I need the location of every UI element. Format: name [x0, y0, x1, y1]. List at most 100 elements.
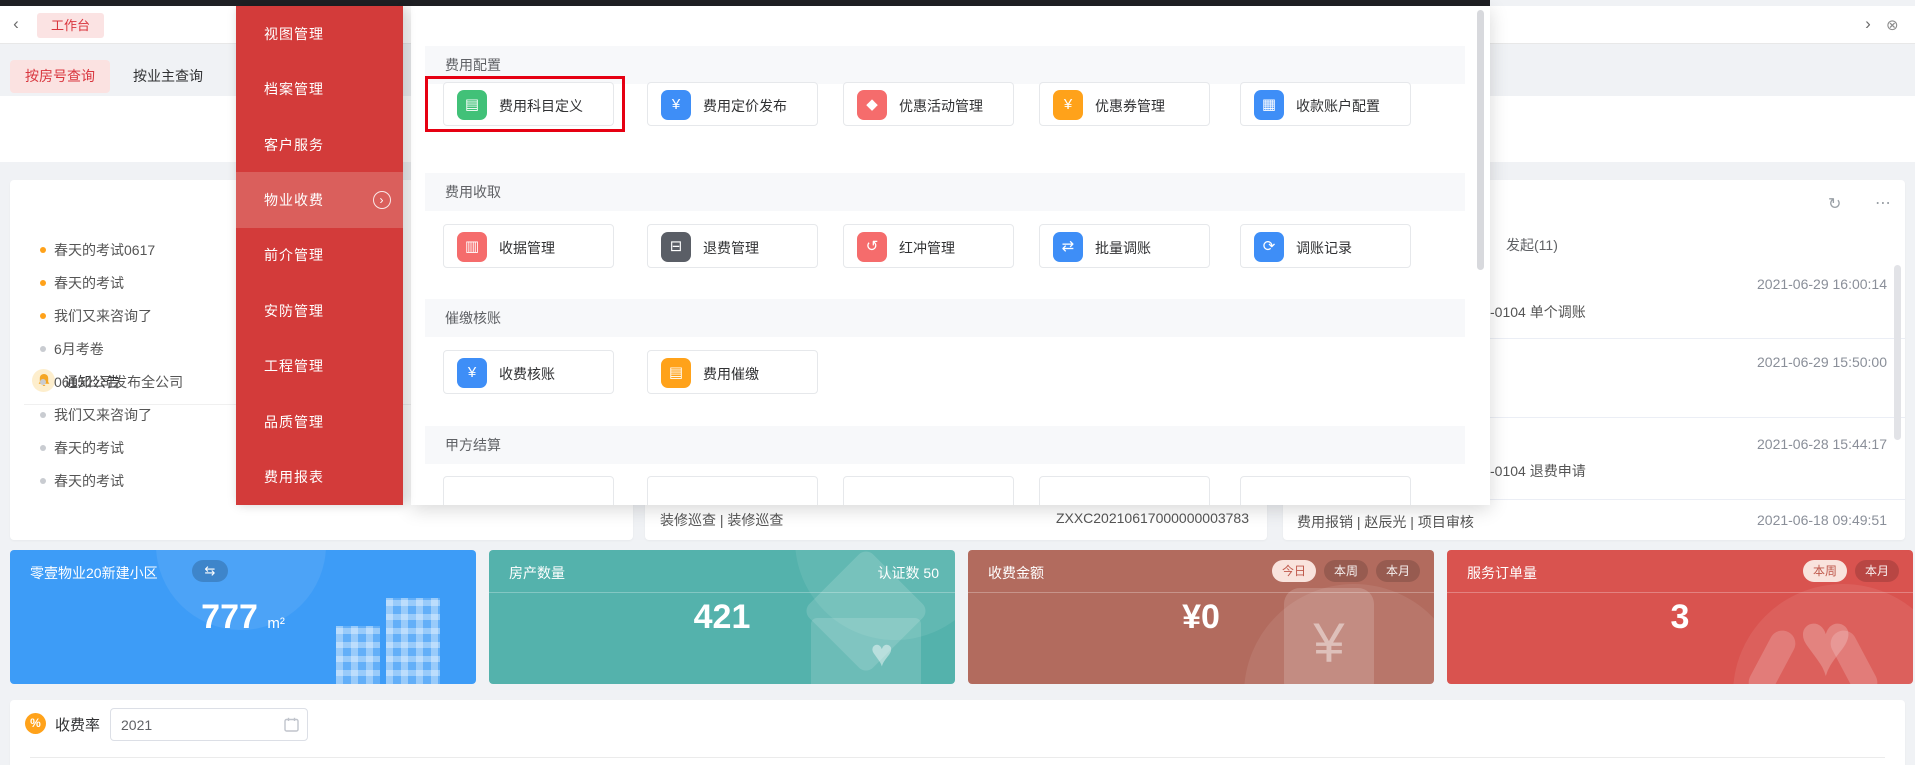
- stat-card-service-orders[interactable]: ♥ 服务订单量 本周 本月 3: [1447, 550, 1913, 684]
- menu-tile-clipped[interactable]: [1240, 476, 1411, 505]
- menu-tile-fee-urge[interactable]: ▤ 费用催缴: [647, 350, 818, 394]
- auth-count-badge: 认证数 50: [877, 565, 939, 581]
- patrol-entry-code: ZXXC20210617000000003783: [1055, 510, 1249, 526]
- stat-card-property-count[interactable]: ♥ 房产数量 认证数 50 421: [489, 550, 955, 684]
- todo-entry-time: 2021-06-18 09:49:51: [1757, 512, 1887, 528]
- adjust-record-icon: ⟳: [1254, 232, 1284, 262]
- notice-item-text: 我们又来咨询了: [54, 308, 152, 324]
- divider: [30, 757, 1885, 758]
- sidebar-item-view-mgmt[interactable]: 视图管理: [236, 6, 403, 61]
- tile-label: 优惠券管理: [1095, 98, 1165, 114]
- tab-query-by-room[interactable]: 按房号查询: [10, 60, 110, 93]
- tile-label: 费用科目定义: [499, 98, 583, 114]
- menu-tile-coupon-mgmt[interactable]: ¥ 优惠券管理: [1039, 82, 1210, 126]
- badge-this-week[interactable]: 本周: [1802, 560, 1847, 582]
- section-fee-collect: 费用收取: [425, 173, 1465, 211]
- section-urge-audit: 催缴核账: [425, 299, 1465, 337]
- period-badges: 本周 本月: [1802, 560, 1899, 582]
- year-input[interactable]: [111, 709, 271, 740]
- app-screen: ‹ 工作台 › ⊗ 按房号查询 按业主查询 项目名称 查询 通知公告 春天的考试…: [0, 0, 1915, 765]
- bullet-icon: [40, 412, 46, 418]
- promo-tag-icon: ◆: [857, 90, 887, 120]
- receipt-icon: ▥: [457, 232, 487, 262]
- refresh-icon[interactable]: ↻: [1828, 194, 1841, 214]
- tile-label: 收费核账: [499, 366, 555, 382]
- bullet-icon: [40, 247, 46, 253]
- menu-tile-fee-subject-define[interactable]: ▤ 费用科目定义: [443, 82, 614, 126]
- badge-this-month[interactable]: 本月: [1375, 560, 1420, 582]
- fee-urge-icon: ▤: [661, 358, 691, 388]
- tab-query-by-owner[interactable]: 按业主查询: [118, 60, 218, 93]
- stat-card-project-area[interactable]: 零壹物业20新建小区 ⇆ 777 m²: [10, 550, 476, 684]
- todo-entry-desc[interactable]: 费用报销 | 赵辰光 | 项目审核: [1297, 512, 1474, 532]
- menu-tile-refund-mgmt[interactable]: ⊟ 退费管理: [647, 224, 818, 268]
- todo-entry-desc[interactable]: -0104 退费申请: [1490, 461, 1586, 481]
- sidebar-item-property-charge[interactable]: 物业收费 ›: [236, 172, 403, 228]
- menu-tile-receipt-mgmt[interactable]: ▥ 收据管理: [443, 224, 614, 268]
- heart-icon: ♥: [870, 633, 893, 675]
- stat-title: 收费金额: [988, 565, 1044, 581]
- menu-tile-clipped[interactable]: [443, 476, 614, 505]
- tab-initiated[interactable]: 发起(11): [1506, 235, 1558, 255]
- badge-today[interactable]: 今日: [1271, 560, 1316, 582]
- stat-title: 零壹物业20新建小区: [30, 565, 158, 581]
- menu-tile-clipped[interactable]: [843, 476, 1014, 505]
- stat-value: 3: [1670, 598, 1690, 636]
- main-nav-sidebar: 视图管理 档案管理 客户服务 物业收费 › 前介管理 安防管理 工程管理 品质管理…: [236, 6, 403, 505]
- charge-audit-icon: ¥: [457, 358, 487, 388]
- todo-entry-time: 2021-06-28 15:44:17: [1757, 436, 1887, 452]
- tabs-scroll-left-icon[interactable]: ‹: [6, 14, 26, 34]
- tile-label: 批量调账: [1095, 240, 1151, 256]
- refund-icon: ⊟: [661, 232, 691, 262]
- batch-adjust-icon: ⇄: [1053, 232, 1083, 262]
- rate-label: 收费率: [55, 717, 101, 734]
- notice-item-text: 春天的考试0617: [54, 242, 156, 258]
- stat-value: ¥0: [1182, 598, 1220, 636]
- year-picker[interactable]: [110, 708, 308, 741]
- tab-workbench[interactable]: 工作台: [37, 13, 105, 38]
- todo-entry-desc[interactable]: -0104 单个调账: [1490, 302, 1586, 322]
- badge-this-month[interactable]: 本月: [1854, 560, 1899, 582]
- menu-tile-receiving-account[interactable]: ▦ 收款账户配置: [1240, 82, 1411, 126]
- bullet-icon: [40, 346, 46, 352]
- menu-tile-adjust-record[interactable]: ⟳ 调账记录: [1240, 224, 1411, 268]
- sidebar-item-archive-mgmt[interactable]: 档案管理: [236, 61, 403, 116]
- scrollbar-thumb[interactable]: [1894, 265, 1901, 440]
- menu-tile-clipped[interactable]: [647, 476, 818, 505]
- notice-item-text: 0615公司发布全公司: [54, 374, 184, 390]
- calendar-icon: [284, 717, 299, 737]
- bullet-icon: [40, 445, 46, 451]
- menu-tile-clipped[interactable]: [1039, 476, 1210, 505]
- todo-entry-time: 2021-06-29 15:50:00: [1757, 354, 1887, 370]
- charge-rate-card: % 收费率: [10, 700, 1905, 765]
- period-badges: 今日 本周 本月: [1271, 560, 1420, 582]
- sidebar-item-project-mgmt[interactable]: 工程管理: [236, 339, 403, 394]
- sidebar-item-fee-report[interactable]: 费用报表: [236, 450, 403, 505]
- close-circle-icon[interactable]: ⊗: [1886, 16, 1899, 34]
- fee-pricing-icon: ¥: [661, 90, 691, 120]
- menu-tile-promo-activity[interactable]: ◆ 优惠活动管理: [843, 82, 1014, 126]
- tile-label: 优惠活动管理: [899, 98, 983, 114]
- sidebar-item-label: 物业收费: [264, 192, 324, 209]
- more-icon[interactable]: ⋯: [1875, 193, 1892, 213]
- sidebar-item-presale-mgmt[interactable]: 前介管理: [236, 228, 403, 283]
- switch-project-icon[interactable]: ⇆: [192, 560, 228, 582]
- stat-card-charge-amount[interactable]: ¥ 收费金额 今日 本周 本月 ¥0: [968, 550, 1434, 684]
- sidebar-item-security-mgmt[interactable]: 安防管理: [236, 283, 403, 338]
- section-party-a-settle: 甲方结算: [425, 426, 1465, 464]
- sidebar-item-quality-mgmt[interactable]: 品质管理: [236, 394, 403, 449]
- menu-tile-batch-adjust[interactable]: ⇄ 批量调账: [1039, 224, 1210, 268]
- menu-tile-red-reversal[interactable]: ↺ 红冲管理: [843, 224, 1014, 268]
- chevron-right-circle-icon[interactable]: ›: [373, 191, 391, 210]
- stat-value: 777 m²: [10, 598, 476, 637]
- tile-label: 费用催缴: [703, 366, 759, 382]
- scrollbar-thumb[interactable]: [1477, 10, 1484, 270]
- tabs-scroll-right-icon[interactable]: ›: [1858, 14, 1878, 34]
- badge-this-week[interactable]: 本周: [1323, 560, 1368, 582]
- stat-value: 421: [693, 598, 751, 636]
- menu-tile-fee-pricing-publish[interactable]: ¥ 费用定价发布: [647, 82, 818, 126]
- sidebar-item-customer-svc[interactable]: 客户服务: [236, 117, 403, 172]
- menu-tile-charge-audit[interactable]: ¥ 收费核账: [443, 350, 614, 394]
- charge-submenu-panel: 费用配置 ▤ 费用科目定义 ¥ 费用定价发布 ◆ 优惠活动管理 ¥ 优惠券管理 …: [411, 6, 1490, 505]
- stat-title: 房产数量: [509, 565, 565, 581]
